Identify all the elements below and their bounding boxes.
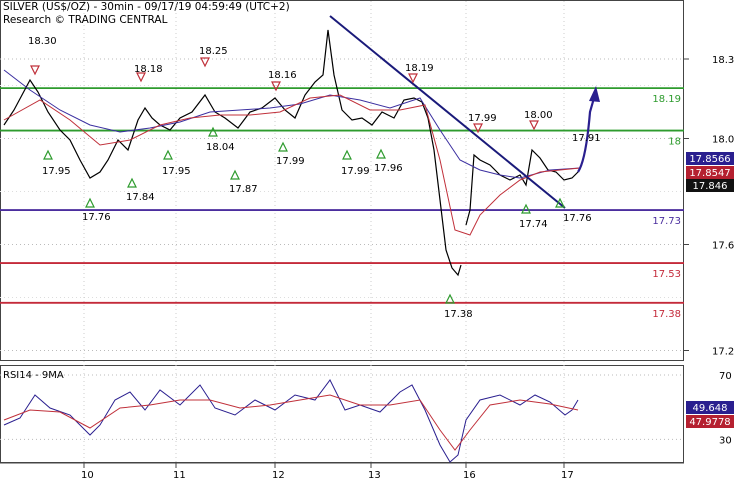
day-tick-label: 11: [173, 470, 186, 480]
pivot-low-label: 17.84: [126, 192, 155, 203]
pivot-low-marker: [376, 148, 386, 159]
pivot-low-label: 17.74: [519, 219, 548, 230]
extra-price-label: 17.91: [572, 133, 601, 144]
level-label: 18: [668, 137, 681, 148]
pivot-high-label: 18.19: [405, 63, 434, 74]
pivot-low-marker: [278, 141, 288, 152]
pivot-low-marker: [43, 149, 53, 160]
pivot-high-label: 18.16: [268, 70, 297, 81]
pivot-high-marker: [529, 120, 539, 131]
level-label: 17.53: [652, 269, 681, 280]
price-tick-label: 17.2: [712, 347, 734, 358]
price-tag-label: 17.846: [693, 181, 728, 192]
price-tick-label: 17.6: [712, 241, 734, 252]
pivot-high-label: 18.00: [524, 110, 553, 121]
price-series-line: [465, 148, 579, 226]
rsi-tick-label: 30: [719, 435, 732, 446]
pivot-low-label: 17.95: [162, 166, 191, 177]
pivot-low-marker: [127, 177, 137, 188]
pivot-high-label: 18.30: [28, 36, 57, 47]
pivot-low-marker: [163, 149, 173, 160]
pivot-low-label: 17.38: [444, 309, 473, 320]
pivot-low-marker: [445, 293, 455, 304]
pivot-high-marker: [30, 65, 40, 76]
pivot-low-marker: [521, 203, 531, 214]
silver-chart: 18.19 18 17.73 17.53 17.38 18.30 18.18 18.25 18…: [0, 0, 734, 480]
rsi-panel-frame: [0, 365, 684, 463]
pivot-low-marker: [230, 169, 240, 180]
level-label: 17.38: [652, 309, 681, 320]
pivot-low-label: 17.76: [82, 212, 111, 223]
level-label: 17.73: [652, 216, 681, 227]
pivot-low-label: 17.76: [563, 213, 592, 224]
pivot-low-label: 18.04: [206, 142, 235, 153]
rsi-title: RSI14 - 9MA: [3, 370, 64, 381]
day-tick-label: 16: [463, 470, 476, 480]
price-tag-label: 17.8547: [689, 168, 730, 179]
price-tick-label: 18.0: [712, 135, 734, 146]
rsi-tag-label: 49.648: [693, 403, 728, 414]
day-tick-label: 10: [81, 470, 94, 480]
pivot-high-label: 17.99: [468, 113, 497, 124]
rsi-line: [3, 379, 579, 463]
pivot-low-label: 17.96: [374, 163, 403, 174]
pivot-low-marker: [208, 126, 218, 137]
pivot-low-label: 17.99: [276, 156, 305, 167]
pivot-high-label: 18.25: [199, 46, 228, 57]
price-tag-label: 17.8566: [689, 154, 730, 165]
price-tick-label: 18.3: [712, 55, 734, 66]
price-panel-frame: [0, 0, 684, 361]
pivot-low-label: 17.95: [42, 166, 71, 177]
pivot-low-marker: [342, 149, 352, 160]
pivot-low-marker: [85, 197, 95, 208]
pivot-low-label: 17.87: [229, 184, 258, 195]
rsi-tag-label: 47.9778: [689, 417, 730, 428]
day-tick-label: 12: [272, 470, 285, 480]
level-label: 18.19: [652, 94, 681, 105]
day-tick-label: 13: [368, 470, 381, 480]
rsi-tick-label: 70: [719, 371, 732, 382]
rsi-ma-line: [3, 394, 579, 451]
pivot-high-label: 18.18: [134, 64, 163, 75]
pivot-low-label: 17.99: [341, 166, 370, 177]
day-tick-label: 17: [561, 470, 574, 480]
